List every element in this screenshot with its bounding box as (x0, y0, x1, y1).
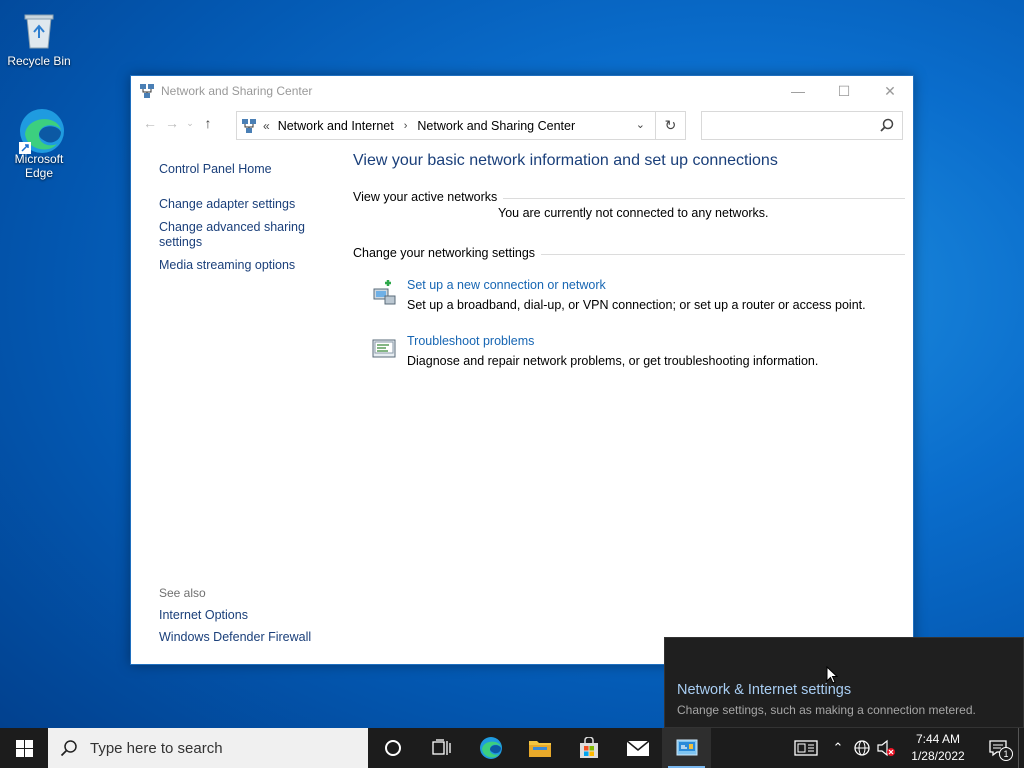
network-settings-description: Change settings, such as making a connec… (677, 703, 976, 717)
change-adapter-settings-link[interactable]: Change adapter settings (159, 197, 329, 212)
network-globe-icon[interactable] (850, 728, 874, 768)
news-widget-icon[interactable] (786, 728, 826, 768)
task-setup-connection: Set up a new connection or network Set u… (371, 278, 905, 312)
breadcrumb-network-internet[interactable]: Network and Internet (278, 119, 394, 133)
control-panel-icon (676, 739, 697, 756)
navigation-bar: ← → ⌄ ↑ « Network and Internet › Network… (131, 106, 913, 140)
internet-options-link[interactable]: Internet Options (159, 608, 311, 622)
active-networks-label: View your active networks (353, 190, 504, 204)
desktop-icon-label: Recycle Bin (7, 54, 71, 68)
system-tray: ⌃ 7:44 AM 1/28/2022 1 (786, 728, 1024, 768)
network-internet-settings-link[interactable]: Network & Internet settings (677, 682, 851, 698)
start-button[interactable] (0, 728, 48, 768)
task-view-button[interactable] (417, 728, 466, 768)
setup-connection-description: Set up a broadband, dial-up, or VPN conn… (407, 298, 866, 312)
troubleshoot-description: Diagnose and repair network problems, or… (407, 354, 819, 368)
show-hidden-icons-chevron-icon[interactable]: ⌃ (826, 728, 850, 768)
address-dropdown-icon[interactable]: ⌄ (636, 118, 645, 131)
left-pane: Control Panel Home Change adapter settin… (159, 162, 329, 281)
minimize-button[interactable]: — (775, 76, 821, 106)
change-settings-label: Change your networking settings (353, 246, 542, 260)
address-bar[interactable]: « Network and Internet › Network and Sha… (236, 111, 656, 140)
page-title: View your basic network information and … (353, 152, 778, 169)
taskbar-search-box[interactable]: Type here to search (48, 728, 368, 768)
folder-icon (528, 741, 551, 757)
search-icon[interactable] (880, 118, 894, 132)
mail-envelope-icon (625, 740, 650, 756)
notification-count-badge: 1 (999, 747, 1013, 761)
network-sharing-center-window: Network and Sharing Center — ☐ ✕ ← → ⌄ ↑… (130, 75, 914, 665)
troubleshoot-icon (372, 339, 396, 358)
task-view-icon (431, 739, 451, 755)
windows-defender-firewall-link[interactable]: Windows Defender Firewall (159, 630, 311, 644)
change-settings-section: Change your networking settings (353, 246, 905, 262)
refresh-icon: ↻ (664, 117, 677, 133)
window-title: Network and Sharing Center (161, 84, 313, 98)
store-bag-icon (579, 737, 598, 758)
clock-time: 7:44 AM (915, 732, 961, 746)
main-content: View your basic network information and … (353, 152, 905, 368)
taskbar-search-placeholder: Type here to search (90, 739, 223, 757)
search-icon (60, 740, 77, 757)
recent-locations-chevron-icon[interactable]: ⌄ (183, 118, 197, 129)
change-advanced-sharing-link[interactable]: Change advanced sharing settings (159, 220, 329, 250)
cortana-circle-icon (384, 740, 401, 756)
active-networks-section: View your active networks (353, 190, 905, 206)
network-settings-flyout[interactable]: Network & Internet settings Change setti… (664, 637, 1024, 728)
mouse-cursor-icon (826, 666, 838, 684)
network-app-icon (140, 84, 154, 98)
desktop-icon-label: Microsoft Edge (14, 152, 64, 180)
close-button[interactable]: ✕ (867, 76, 913, 106)
back-arrow-icon[interactable]: ← (139, 115, 161, 131)
recycle-bin-icon (17, 8, 61, 52)
file-explorer-button[interactable] (515, 728, 564, 768)
desktop-icon-recycle-bin[interactable]: Recycle Bin (3, 8, 75, 68)
clock-date: 1/28/2022 (911, 749, 965, 763)
refresh-button[interactable]: ↻ (656, 111, 686, 140)
network-location-icon (242, 118, 256, 133)
breadcrumb-network-sharing-center[interactable]: Network and Sharing Center (417, 119, 575, 133)
control-panel-taskbar-button[interactable] (662, 728, 711, 768)
mail-button[interactable] (613, 728, 662, 768)
troubleshoot-link[interactable]: Troubleshoot problems (407, 334, 818, 348)
see-also-header: See also (159, 586, 206, 600)
network-setup-icon (373, 280, 396, 305)
up-arrow-icon[interactable]: ↑ (197, 115, 219, 131)
search-box[interactable] (701, 111, 903, 140)
edge-icon (17, 106, 64, 154)
edge-icon (479, 737, 502, 759)
control-panel-home-link[interactable]: Control Panel Home (159, 162, 329, 177)
title-bar[interactable]: Network and Sharing Center — ☐ ✕ (131, 76, 913, 106)
forward-arrow-icon[interactable]: → (161, 115, 183, 131)
action-center-button[interactable]: 1 (978, 728, 1018, 768)
clock[interactable]: 7:44 AM 1/28/2022 (898, 731, 978, 765)
show-desktop-button[interactable] (1018, 728, 1024, 768)
breadcrumb-separator-icon[interactable]: › (404, 120, 408, 132)
volume-muted-icon[interactable] (874, 728, 898, 768)
taskbar: Type here to search ⌃ 7:44 AM 1/28/2022 … (0, 728, 1024, 768)
desktop-icon-edge[interactable]: Microsoft Edge (3, 106, 75, 180)
see-also-section: See also Internet Options Windows Defend… (159, 586, 311, 652)
search-input[interactable] (702, 112, 872, 139)
breadcrumb-overflow-icon[interactable]: « (263, 119, 270, 133)
setup-connection-link[interactable]: Set up a new connection or network (407, 278, 866, 292)
task-troubleshoot: Troubleshoot problems Diagnose and repai… (371, 334, 905, 368)
windows-logo-icon (15, 739, 33, 757)
cortana-button[interactable] (368, 728, 417, 768)
media-streaming-options-link[interactable]: Media streaming options (159, 258, 329, 273)
microsoft-store-button[interactable] (564, 728, 613, 768)
maximize-button[interactable]: ☐ (821, 76, 867, 106)
not-connected-message: You are currently not connected to any n… (498, 206, 769, 220)
edge-taskbar-button[interactable] (466, 728, 515, 768)
